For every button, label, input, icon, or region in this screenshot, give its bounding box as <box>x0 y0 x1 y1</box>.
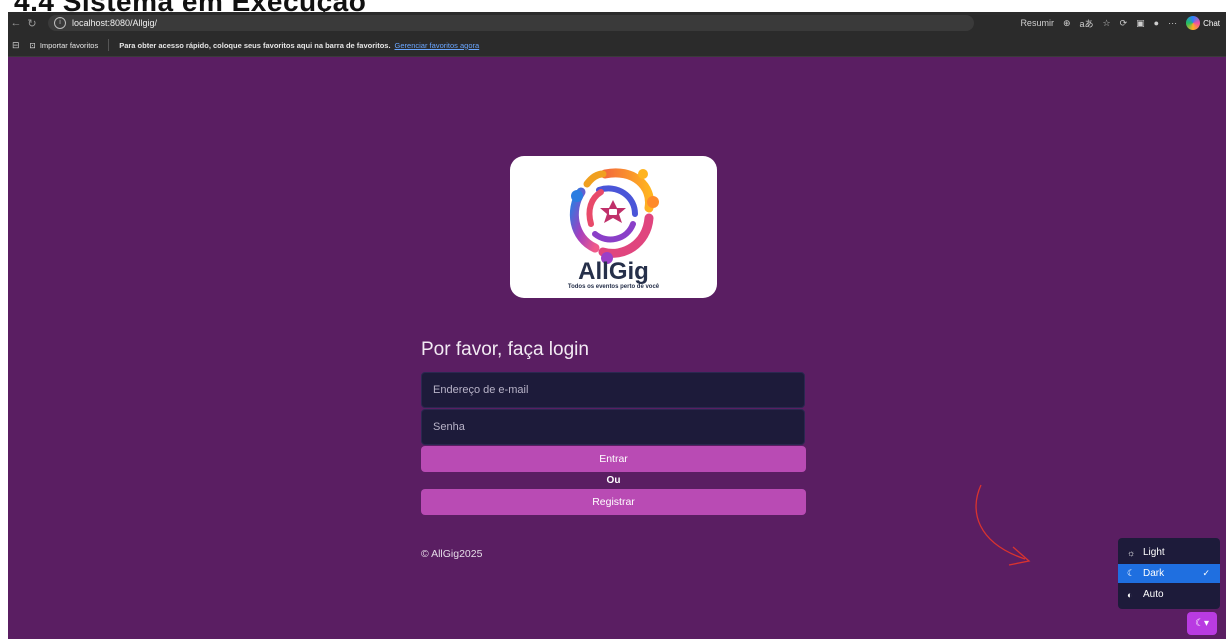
theme-option-auto[interactable]: ◐ Auto <box>1118 585 1220 604</box>
extensions-icon[interactable]: ⟳ <box>1120 18 1128 29</box>
annotation-arrow-icon <box>975 484 1031 566</box>
import-favorites-button[interactable]: ⊡ Importar favoritos <box>30 41 99 50</box>
theme-option-dark[interactable]: ☾ Dark ✓ <box>1118 564 1220 583</box>
password-field[interactable] <box>421 409 805 445</box>
brand-name: AllGig <box>578 258 649 285</box>
manage-favorites-link[interactable]: Gerenciar favoritos agora <box>395 41 480 50</box>
url-text[interactable]: localhost:8080/Allgig/ <box>72 18 157 28</box>
favorites-message: Para obter acesso rápido, coloque seus f… <box>119 40 391 50</box>
logo-card: AllGig Todos os eventos perto de você <box>510 156 717 298</box>
login-button[interactable]: Entrar <box>421 446 806 472</box>
checkmark-icon: ✓ <box>1202 568 1210 578</box>
favorite-star-icon[interactable]: ☆ <box>1103 18 1111 29</box>
sun-icon: ☼ <box>1127 547 1136 558</box>
password-input[interactable] <box>431 420 804 434</box>
chat-button[interactable]: Chat <box>1186 16 1220 30</box>
favorites-bar: ⊟ ⊡ Importar favoritos Para obter acesso… <box>8 34 1226 57</box>
translate-icon[interactable]: aあ <box>1080 17 1094 30</box>
sidebar-icon[interactable]: ⊟ <box>12 40 20 51</box>
divider <box>108 39 110 51</box>
theme-option-label: Dark <box>1143 568 1165 579</box>
page-viewport: AllGig Todos os eventos perto de você Po… <box>8 57 1226 639</box>
register-button[interactable]: Registrar <box>421 489 806 515</box>
chat-label: Chat <box>1203 18 1220 28</box>
half-circle-icon: ◐ <box>1127 589 1133 600</box>
allgig-logo-icon <box>569 168 659 264</box>
address-bar[interactable]: i localhost:8080/Allgig/ <box>48 15 974 31</box>
more-icon[interactable]: ··· <box>1168 18 1177 28</box>
folder-icon: ⊡ <box>29 40 36 50</box>
toolbar-actions: Resumir ⊕ aあ ☆ ⟳ ▣ ● ··· Chat <box>1020 16 1226 30</box>
email-field[interactable] <box>421 372 805 408</box>
theme-option-light[interactable]: ☼ Light <box>1118 543 1220 562</box>
reader-icon[interactable]: ⊕ <box>1063 18 1071 29</box>
import-favorites-label: Importar favoritos <box>39 40 99 50</box>
theme-dropdown-menu: ☼ Light ☾ Dark ✓ ◐ Auto <box>1118 538 1220 609</box>
brand-tagline: Todos os eventos perto de você <box>567 284 660 290</box>
copilot-icon <box>1186 16 1201 30</box>
moon-icon: ☾▾ <box>1195 618 1209 629</box>
info-icon[interactable]: i <box>54 17 66 29</box>
refresh-icon[interactable]: ↻ <box>24 17 40 30</box>
theme-option-label: Auto <box>1143 589 1164 600</box>
browser-toolbar: ← ↻ i localhost:8080/Allgig/ Resumir ⊕ a… <box>8 12 1226 34</box>
summarize-button[interactable]: Resumir <box>1020 18 1054 28</box>
email-input[interactable] <box>431 383 804 397</box>
back-icon[interactable]: ← <box>8 17 24 29</box>
profile-icon[interactable]: ● <box>1154 18 1159 28</box>
or-separator: Ou <box>606 475 621 486</box>
collections-icon[interactable]: ▣ <box>1136 18 1145 29</box>
moon-icon: ☾ <box>1127 568 1136 578</box>
footer-copyright: © AllGig2025 <box>421 548 483 560</box>
theme-toggle-button[interactable]: ☾▾ <box>1187 612 1217 635</box>
login-title: Por favor, faça login <box>421 339 589 360</box>
theme-option-label: Light <box>1143 547 1165 558</box>
